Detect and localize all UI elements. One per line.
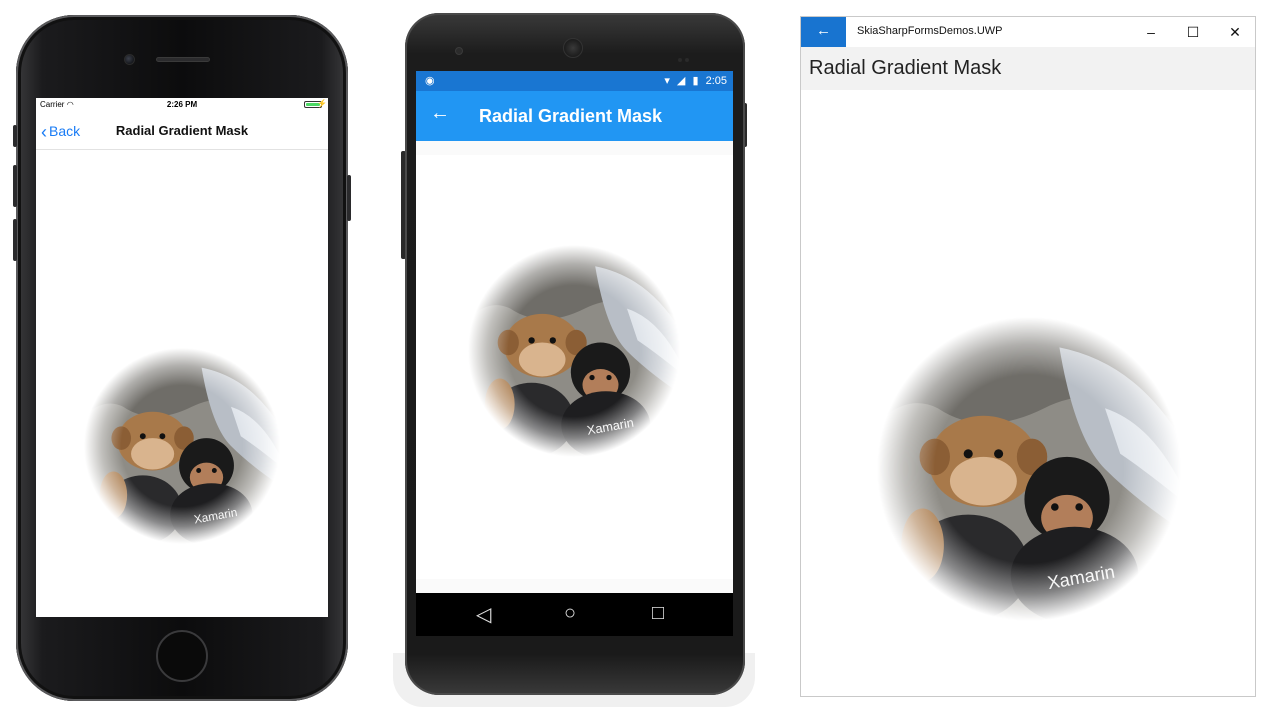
proximity-sensors [678, 49, 698, 62]
earpiece-speaker [563, 38, 583, 58]
monkey-plush-photo: Xamarin [468, 245, 680, 457]
page-content: Xamarin [416, 155, 733, 579]
status-time: 2:26 PM [166, 100, 198, 109]
page-header: Radial Gradient Mask [801, 47, 1255, 90]
back-arrow-icon[interactable]: ← [430, 102, 450, 125]
battery-icon: ▮ [692, 75, 699, 87]
home-button[interactable] [156, 630, 208, 682]
back-arrow-icon[interactable]: ← [801, 17, 846, 47]
android-notification-icon: ◉ [425, 75, 435, 87]
mute-switch [13, 125, 17, 147]
ios-status-bar: Carrier ◠ 2:26 PM ⚡ [36, 98, 328, 112]
uwp-window: ← SkiaSharpFormsDemos.UWP – ☐ ✕ Radial G… [800, 16, 1256, 697]
close-button[interactable]: ✕ [1215, 21, 1255, 43]
page-title: Radial Gradient Mask [809, 57, 1002, 79]
maximize-button[interactable]: ☐ [1173, 21, 1213, 43]
minimize-button[interactable]: – [1131, 21, 1171, 43]
nav-recents-button[interactable]: □ [652, 602, 664, 625]
masked-photo: Xamarin [84, 348, 280, 544]
window-title: SkiaSharpFormsDemos.UWP [857, 25, 1003, 37]
volume-up-button [13, 165, 17, 207]
front-camera [124, 54, 135, 65]
power-button [347, 175, 351, 221]
nav-back-button[interactable]: ◁ [476, 602, 491, 627]
ios-screen: Carrier ◠ 2:26 PM ⚡ ‹ Back Radial Gradien… [36, 98, 328, 617]
status-time: 2:05 [705, 75, 727, 87]
nav-home-button[interactable]: ○ [564, 602, 576, 625]
masked-photo: Xamarin [877, 317, 1181, 621]
volume-down-button [13, 219, 17, 261]
android-status-bar: ◉ ▾ ◢ ▮ 2:05 [416, 71, 733, 91]
iphone-device: Carrier ◠ 2:26 PM ⚡ ‹ Back Radial Gradien… [13, 15, 351, 701]
page-title: Radial Gradient Mask [115, 123, 249, 138]
monkey-plush-photo: Xamarin [84, 348, 280, 544]
page-title: Radial Gradient Mask [479, 106, 663, 126]
front-camera [455, 47, 463, 55]
charging-icon: ⚡ [317, 99, 327, 108]
monkey-plush-photo: Xamarin [877, 317, 1181, 621]
window-titlebar: ← SkiaSharpFormsDemos.UWP – ☐ ✕ [801, 17, 1255, 47]
wifi-icon: ▾ [664, 75, 670, 87]
earpiece-speaker [156, 57, 210, 62]
ios-navigation-bar: ‹ Back Radial Gradient Mask [36, 112, 328, 150]
android-navigation-bar: ◁ ○ □ [416, 593, 733, 636]
masked-photo: Xamarin [468, 245, 680, 457]
android-screen: ◉ ▾ ◢ ▮ 2:05 ← Radial Gradient Mask Xama… [416, 71, 733, 636]
signal-icon: ◢ [676, 75, 686, 87]
android-toolbar: ← Radial Gradient Mask [416, 91, 733, 141]
android-device: ◉ ▾ ◢ ▮ 2:05 ← Radial Gradient Mask Xama… [393, 13, 755, 707]
